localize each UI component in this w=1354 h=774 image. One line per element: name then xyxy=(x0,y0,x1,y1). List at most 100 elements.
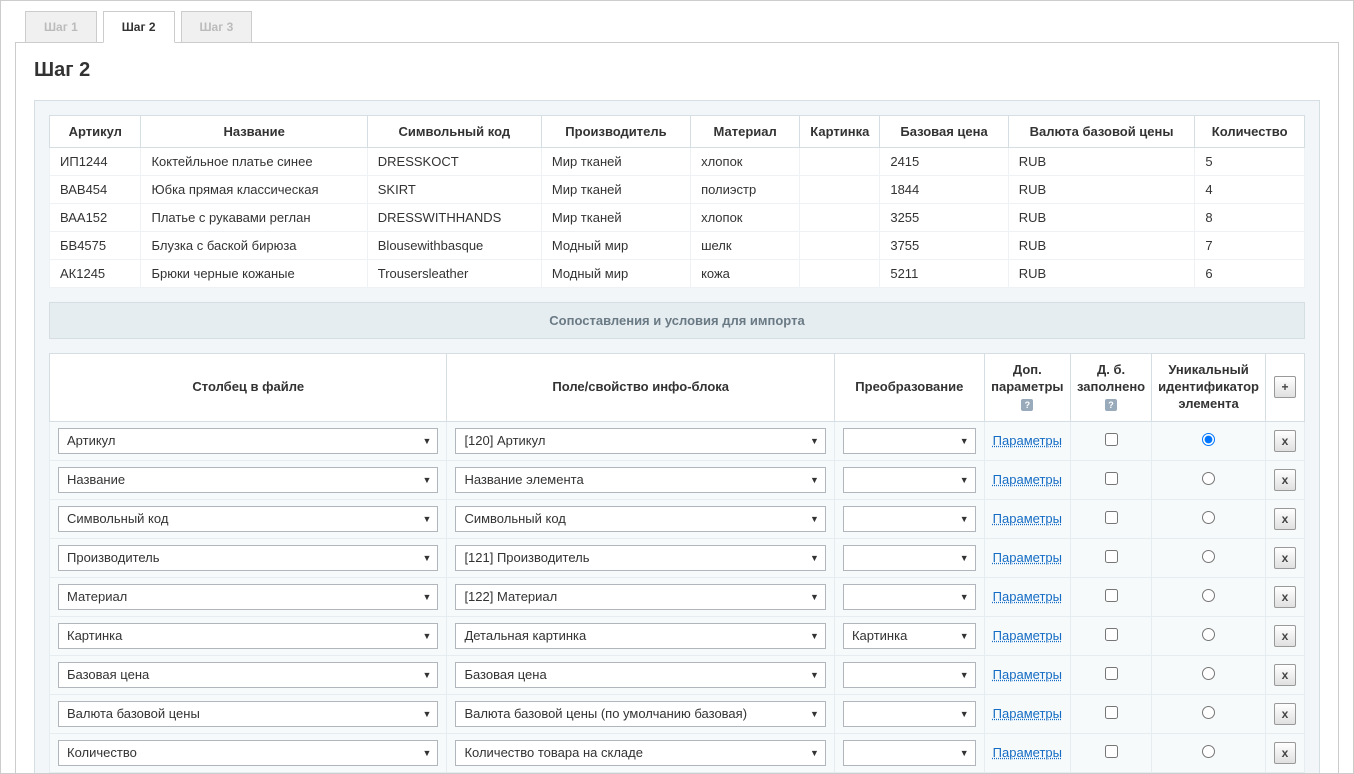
required-checkbox[interactable] xyxy=(1105,550,1118,563)
params-link[interactable]: Параметры xyxy=(993,511,1062,526)
table-cell: 2415 xyxy=(880,148,1008,176)
required-checkbox[interactable] xyxy=(1105,667,1118,680)
params-link[interactable]: Параметры xyxy=(993,433,1062,448)
table-cell: Blousewithbasque xyxy=(367,232,541,260)
params-link[interactable]: Параметры xyxy=(993,550,1062,565)
iblock-field-select[interactable]: [121] Производитель xyxy=(455,545,826,571)
params-link[interactable]: Параметры xyxy=(993,589,1062,604)
mapping-table: Столбец в файле Поле/свойство инфо-блока… xyxy=(49,353,1305,773)
file-column-select[interactable]: Материал xyxy=(58,584,438,610)
transform-select[interactable] xyxy=(843,584,976,610)
table-cell: кожа xyxy=(691,260,800,288)
table-row: ВАВ454Юбка прямая классическаяSKIRTМир т… xyxy=(50,176,1305,204)
file-column-select[interactable]: Картинка xyxy=(58,623,438,649)
mapping-row: Название Название элемента Параметры x xyxy=(50,460,1305,499)
transform-select[interactable] xyxy=(843,428,976,454)
mapping-row: Материал [122] Материал Параметры x xyxy=(50,577,1305,616)
file-column-select[interactable]: Базовая цена xyxy=(58,662,438,688)
preview-header: Артикул xyxy=(50,116,141,148)
table-cell: 4 xyxy=(1195,176,1305,204)
transform-select[interactable] xyxy=(843,701,976,727)
help-icon[interactable]: ? xyxy=(1105,399,1117,411)
table-cell: RUB xyxy=(1008,260,1195,288)
table-cell: ВАА152 xyxy=(50,204,141,232)
panel-step2: Шаг 2 АртикулНазваниеСимвольный кодПроиз… xyxy=(15,42,1339,774)
delete-row-button[interactable]: x xyxy=(1274,547,1296,569)
preview-header: Картинка xyxy=(800,116,880,148)
transform-select[interactable] xyxy=(843,545,976,571)
file-column-select[interactable]: Валюта базовой цены xyxy=(58,701,438,727)
delete-row-button[interactable]: x xyxy=(1274,703,1296,725)
add-row-button[interactable]: + xyxy=(1274,376,1296,398)
file-column-select[interactable]: Производитель xyxy=(58,545,438,571)
delete-row-button[interactable]: x xyxy=(1274,469,1296,491)
unique-radio[interactable] xyxy=(1202,589,1215,602)
file-column-select[interactable]: Количество xyxy=(58,740,438,766)
help-icon[interactable]: ? xyxy=(1021,399,1033,411)
unique-radio[interactable] xyxy=(1202,745,1215,758)
unique-radio[interactable] xyxy=(1202,550,1215,563)
unique-radio[interactable] xyxy=(1202,433,1215,446)
table-cell: Блузка с баской бирюза xyxy=(141,232,367,260)
iblock-field-select[interactable]: Валюта базовой цены (по умолчанию базова… xyxy=(455,701,826,727)
required-checkbox[interactable] xyxy=(1105,745,1118,758)
transform-select[interactable]: Картинка xyxy=(843,623,976,649)
table-cell: Trousersleather xyxy=(367,260,541,288)
iblock-field-select[interactable]: Название элемента xyxy=(455,467,826,493)
table-cell: Юбка прямая классическая xyxy=(141,176,367,204)
params-link[interactable]: Параметры xyxy=(993,628,1062,643)
transform-select[interactable] xyxy=(843,662,976,688)
unique-radio[interactable] xyxy=(1202,472,1215,485)
iblock-field-select[interactable]: [120] Артикул xyxy=(455,428,826,454)
file-column-select[interactable]: Название xyxy=(58,467,438,493)
unique-radio[interactable] xyxy=(1202,511,1215,524)
unique-radio[interactable] xyxy=(1202,667,1215,680)
params-link[interactable]: Параметры xyxy=(993,745,1062,760)
transform-select[interactable] xyxy=(843,506,976,532)
delete-row-button[interactable]: x xyxy=(1274,742,1296,764)
mapping-row: Количество Количество товара на складе Пар… xyxy=(50,733,1305,772)
transform-select[interactable] xyxy=(843,467,976,493)
table-row: ВАА152Платье с рукавами регланDRESSWITHH… xyxy=(50,204,1305,232)
iblock-field-select[interactable]: Символьный код xyxy=(455,506,826,532)
delete-row-button[interactable]: x xyxy=(1274,508,1296,530)
required-checkbox[interactable] xyxy=(1105,706,1118,719)
mapping-row: Базовая цена Базовая цена Параметры x xyxy=(50,655,1305,694)
table-cell: ВАВ454 xyxy=(50,176,141,204)
unique-radio[interactable] xyxy=(1202,706,1215,719)
file-column-select[interactable]: Символьный код xyxy=(58,506,438,532)
mh-field: Поле/свойство инфо-блока xyxy=(447,354,835,422)
mh-add: + xyxy=(1265,354,1304,422)
tab-step-3: Шаг 3 xyxy=(181,11,253,43)
iblock-field-select[interactable]: [122] Материал xyxy=(455,584,826,610)
params-link[interactable]: Параметры xyxy=(993,706,1062,721)
mh-transform: Преобразование xyxy=(834,354,984,422)
params-link[interactable]: Параметры xyxy=(993,667,1062,682)
iblock-field-select[interactable]: Базовая цена xyxy=(455,662,826,688)
required-checkbox[interactable] xyxy=(1105,433,1118,446)
required-checkbox[interactable] xyxy=(1105,589,1118,602)
transform-select[interactable] xyxy=(843,740,976,766)
table-cell: DRESSKOCT xyxy=(367,148,541,176)
table-cell: RUB xyxy=(1008,176,1195,204)
mapping-section-title: Сопоставления и условия для импорта xyxy=(49,302,1305,339)
preview-header: Производитель xyxy=(541,116,690,148)
delete-row-button[interactable]: x xyxy=(1274,625,1296,647)
tab-step-2[interactable]: Шаг 2 xyxy=(103,11,175,43)
delete-row-button[interactable]: x xyxy=(1274,430,1296,452)
table-row: БВ4575Блузка с баской бирюзаBlousewithba… xyxy=(50,232,1305,260)
delete-row-button[interactable]: x xyxy=(1274,586,1296,608)
iblock-field-select[interactable]: Детальная картинка xyxy=(455,623,826,649)
params-link[interactable]: Параметры xyxy=(993,472,1062,487)
required-checkbox[interactable] xyxy=(1105,511,1118,524)
unique-radio[interactable] xyxy=(1202,628,1215,641)
table-row: АК1245Брюки черные кожаныеTrousersleathe… xyxy=(50,260,1305,288)
table-cell: полиэстр xyxy=(691,176,800,204)
preview-header: Количество xyxy=(1195,116,1305,148)
delete-row-button[interactable]: x xyxy=(1274,664,1296,686)
file-column-select[interactable]: Артикул xyxy=(58,428,438,454)
required-checkbox[interactable] xyxy=(1105,628,1118,641)
iblock-field-select[interactable]: Количество товара на складе xyxy=(455,740,826,766)
required-checkbox[interactable] xyxy=(1105,472,1118,485)
table-cell xyxy=(800,176,880,204)
